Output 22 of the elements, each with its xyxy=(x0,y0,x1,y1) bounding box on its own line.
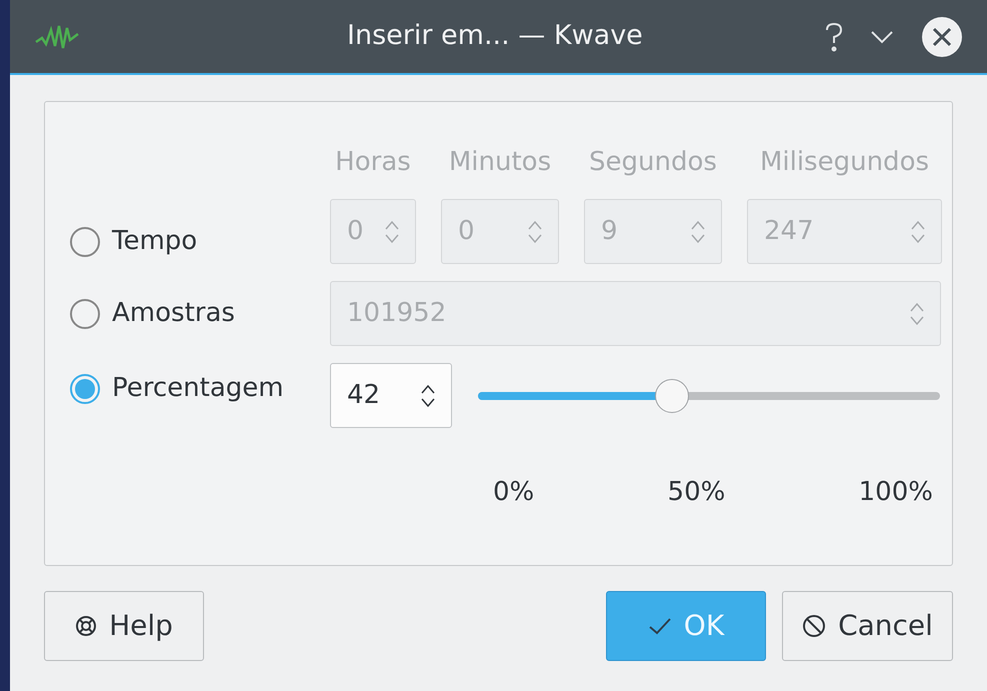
percentage-spinbox[interactable]: 42 xyxy=(330,363,452,428)
scale-label: 100% xyxy=(858,476,933,509)
cancel-icon xyxy=(802,614,826,638)
column-heading: Segundos xyxy=(588,146,718,178)
lifebuoy-icon xyxy=(75,615,98,637)
radio-option[interactable]: Percentagem xyxy=(70,369,330,408)
percentage-slider[interactable] xyxy=(478,378,940,412)
close-icon[interactable] xyxy=(921,16,963,58)
scale-label: 50% xyxy=(668,476,726,509)
radio-option[interactable]: Tempo xyxy=(70,222,330,261)
column-heading: Minutos xyxy=(448,146,552,178)
scale-label: 0% xyxy=(493,476,534,509)
window-title: Inserir em... — Kwave xyxy=(347,19,643,54)
chevron-down-icon[interactable] xyxy=(871,30,893,44)
help-icon[interactable] xyxy=(825,22,843,52)
check-icon xyxy=(648,616,672,636)
column-heading: Horas xyxy=(334,146,412,178)
slider-handle[interactable] xyxy=(655,378,690,412)
help-button[interactable]: Help xyxy=(44,591,204,661)
radio-option[interactable]: Amostras xyxy=(70,294,330,333)
cancel-button[interactable]: Cancel xyxy=(782,591,953,661)
column-heading: Milisegundos xyxy=(758,146,930,178)
